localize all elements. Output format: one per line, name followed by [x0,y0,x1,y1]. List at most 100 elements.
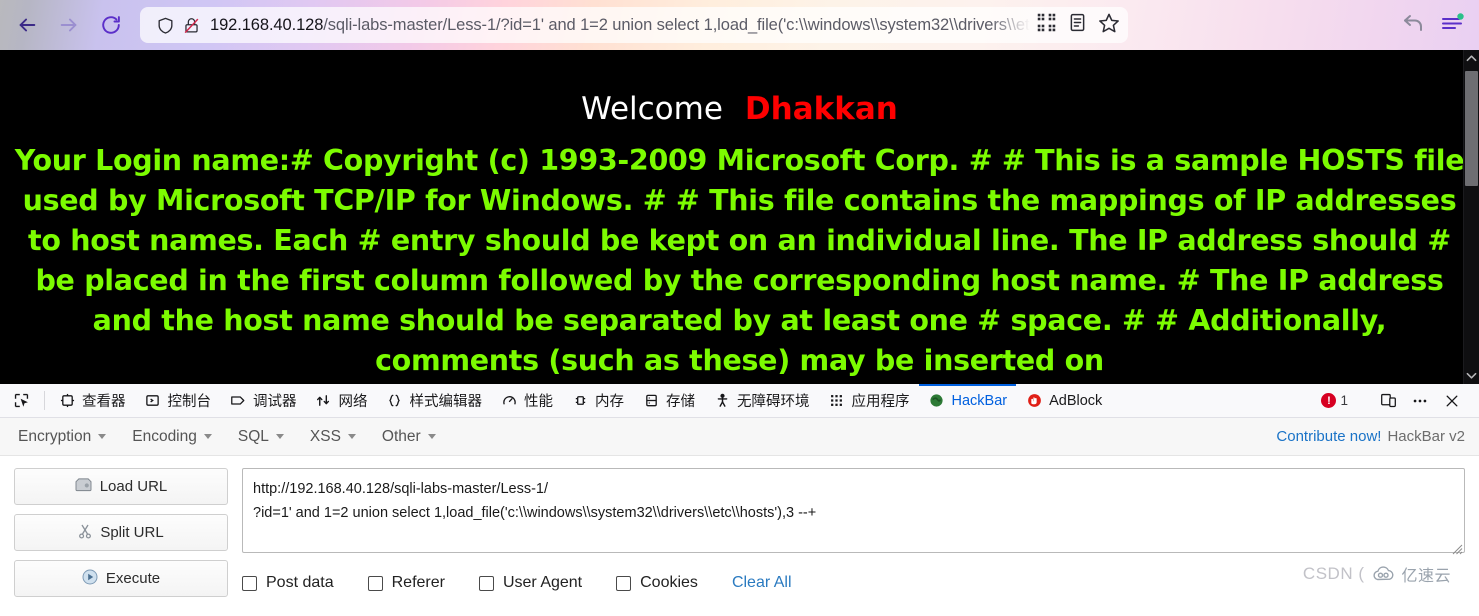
performance-icon [500,393,518,408]
menu-xss-label: XSS [309,427,341,445]
tab-hackbar-label: HackBar [951,392,1008,409]
tab-hackbar[interactable]: HackBar [918,384,1017,417]
meatball-menu-icon[interactable] [1405,388,1435,414]
url-textarea[interactable] [242,468,1465,553]
storage-icon [642,393,660,408]
hamburger-menu-icon[interactable] [1439,11,1465,40]
welcome-label: Welcome [581,91,723,127]
devtools-right-actions: ! 1 [1321,384,1479,417]
error-count: 1 [1340,393,1348,408]
adblock-icon [1025,393,1043,408]
tab-memory[interactable]: 内存 [562,384,633,417]
tab-inspector[interactable]: 查看器 [49,384,135,417]
tab-network[interactable]: 网络 [306,384,377,417]
user-agent-checkbox-box[interactable] [478,575,494,591]
username-label: Dhakkan [744,91,898,127]
cookies-checkbox-box[interactable] [616,575,632,591]
shield-icon[interactable] [152,12,178,38]
url-host: 192.168.40.128 [210,15,324,34]
url-textarea-wrapper [242,468,1465,558]
menu-encryption[interactable]: Encryption [14,424,118,450]
menu-xss[interactable]: XSS [306,424,368,450]
login-name-output: Your Login name:# Copyright (c) 1993-200… [14,143,1465,377]
tab-application-label: 应用程序 [851,394,910,410]
hackbar-version-label: HackBar v2 [1387,428,1465,445]
tab-adblock-label: AdBlock [1049,392,1103,409]
devtools-tabbar: 查看器 控制台 调试器 网络 样式编辑器 性能 内存 存储 无障碍环境 应用程序… [0,384,1479,418]
split-url-button[interactable]: Split URL [14,514,228,551]
chevron-down-icon [203,434,212,439]
reload-button[interactable] [92,6,130,44]
contribute-link[interactable]: Contribute now! [1276,428,1381,445]
qr-code-icon[interactable] [1036,12,1057,38]
split-url-label: Split URL [100,524,164,541]
checkbox-user-agent[interactable]: User Agent [478,574,583,592]
checkbox-referer[interactable]: Referer [367,574,445,592]
close-icon[interactable] [1437,388,1467,414]
execute-button[interactable]: Execute [14,560,228,597]
scroll-up-arrow-icon[interactable] [1464,50,1479,67]
post-data-checkbox-box[interactable] [242,575,257,591]
tab-performance-label: 性能 [524,394,553,410]
hackbar-checkboxes: Post data Referer User Agent Cookies Cle… [242,558,1465,592]
tab-performance[interactable]: 性能 [491,384,562,417]
load-url-icon [75,477,92,496]
page-content: Welcome Dhakkan Your Login name:# Copyrig… [0,50,1479,384]
hackbar-body: Load URL Split URL Execute http://192.16… [0,456,1479,616]
back-arrow-icon[interactable] [1401,11,1425,40]
menu-sql-label: SQL [237,427,269,445]
page-scrollbar[interactable] [1463,50,1479,384]
menu-encoding[interactable]: Encoding [128,424,224,450]
tab-application[interactable]: 应用程序 [819,384,919,417]
welcome-heading: Welcome Dhakkan [0,90,1479,129]
reader-view-icon[interactable] [1067,12,1088,38]
tab-storage[interactable]: 存储 [633,384,704,417]
bookmark-star-icon[interactable] [1098,12,1120,39]
tab-console[interactable]: 控制台 [135,384,221,417]
page-inner: Welcome Dhakkan Your Login name:# Copyrig… [0,50,1479,381]
style-editor-icon [386,393,404,408]
watermark: CSDN ( 亿速云 [1303,562,1451,586]
lock-broken-icon[interactable] [178,12,204,38]
tab-style-editor-label: 样式编辑器 [409,394,483,410]
scrollbar-track[interactable] [1464,67,1479,367]
debugger-icon [229,393,247,408]
referer-checkbox-box[interactable] [367,575,383,591]
url-bar[interactable]: 192.168.40.128/sqli-labs-master/Less-1/?… [140,7,1128,43]
navigation-buttons [0,6,130,44]
hackbar-icon [928,393,946,408]
tab-style-editor[interactable]: 样式编辑器 [377,384,492,417]
console-icon [144,393,162,408]
chevron-down-icon [427,434,436,439]
tab-debugger-label: 调试器 [253,394,297,410]
hackbar-menubar-right: Contribute now! HackBar v2 [1276,428,1465,445]
menu-other[interactable]: Other [378,424,448,450]
tab-memory-label: 内存 [595,394,624,410]
scroll-down-arrow-icon[interactable] [1464,367,1479,384]
checkbox-post-data[interactable]: Post data [242,574,334,592]
tab-accessibility[interactable]: 无障碍环境 [704,384,819,417]
execute-label: Execute [105,570,161,587]
element-picker-icon[interactable] [2,384,40,417]
browser-toolbar: 192.168.40.128/sqli-labs-master/Less-1/?… [0,0,1479,50]
forward-button[interactable] [50,6,88,44]
hackbar-panel: Encryption Encoding SQL XSS Other Contri… [0,418,1479,616]
clear-all-link[interactable]: Clear All [732,574,792,592]
responsive-design-mode-icon[interactable] [1373,388,1403,414]
cloud-logo-icon: 亿速云 [1372,562,1451,586]
load-url-label: Load URL [99,478,168,495]
inspector-icon [58,393,76,408]
menu-sql[interactable]: SQL [234,424,296,450]
url-text[interactable]: 192.168.40.128/sqli-labs-master/Less-1/?… [210,16,1030,35]
load-url-button[interactable]: Load URL [14,468,228,505]
tab-debugger[interactable]: 调试器 [220,384,306,417]
checkbox-cookies[interactable]: Cookies [616,574,698,592]
url-path: /sqli-labs-master/Less-1/?id=1' and 1=2 … [323,15,1030,34]
scrollbar-thumb[interactable] [1465,71,1478,186]
error-badge[interactable]: ! 1 [1321,393,1356,408]
tab-adblock[interactable]: AdBlock [1016,384,1111,417]
tab-console-label: 控制台 [167,394,212,410]
application-icon [828,393,846,408]
back-button[interactable] [8,6,46,44]
user-agent-label: User Agent [502,574,583,591]
